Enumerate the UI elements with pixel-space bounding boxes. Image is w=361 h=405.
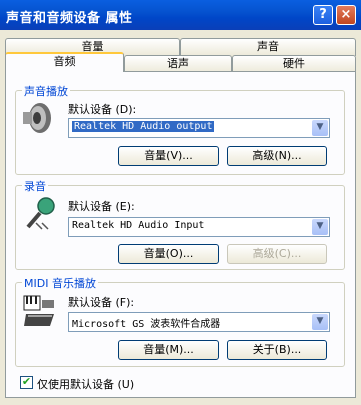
recording-device-label: 默认设备 (E): <box>68 200 135 213</box>
window-title: 声音和音频设备 属性 <box>6 11 133 26</box>
midi-title: MIDI 音乐播放 <box>22 275 98 291</box>
tab-sounds[interactable]: 声音 <box>180 38 356 56</box>
midi-volume-button[interactable]: 音量(M)... <box>118 340 219 360</box>
recording-device-select[interactable]: Realtek HD Audio Input ▼ <box>68 217 330 237</box>
chevron-down-icon[interactable]: ▼ <box>312 314 328 330</box>
recording-title: 录音 <box>22 178 48 194</box>
recording-volume-button[interactable]: 音量(O)... <box>118 244 219 264</box>
recording-device-value: Realtek HD Audio Input <box>72 220 205 231</box>
playback-device-label: 默认设备 (D): <box>68 103 137 116</box>
default-only-label[interactable]: 仅使用默认设备 (U) <box>37 376 134 392</box>
midi-about-button[interactable]: 关于(B)... <box>227 340 327 360</box>
playback-volume-button[interactable]: 音量(V)... <box>118 146 219 166</box>
playback-device-select[interactable]: Realtek HD Audio output ▼ <box>68 118 330 138</box>
default-only-checkbox[interactable]: ✔ <box>20 376 33 389</box>
microphone-icon <box>22 195 58 234</box>
tab-audio[interactable]: 音频 <box>5 52 124 72</box>
help-button[interactable]: ? <box>313 5 333 25</box>
playback-device-value: Realtek HD Audio output <box>72 121 215 132</box>
close-button[interactable]: × <box>336 5 356 25</box>
chevron-down-icon[interactable]: ▼ <box>312 120 328 136</box>
midi-device-label: 默认设备 (F): <box>68 296 135 309</box>
title-bar: 声音和音频设备 属性 ? × <box>0 0 361 30</box>
midi-device-select[interactable]: Microsoft GS 波表软件合成器 ▼ <box>68 312 330 332</box>
recording-advanced-button: 高级(C)... <box>227 244 327 264</box>
midi-keyboard-icon <box>22 292 58 331</box>
chevron-down-icon[interactable]: ▼ <box>312 219 328 235</box>
midi-device-value: Microsoft GS 波表软件合成器 <box>72 319 221 330</box>
speaker-icon <box>20 100 52 139</box>
playback-title: 声音播放 <box>22 83 70 99</box>
playback-advanced-button[interactable]: 高级(N)... <box>227 146 327 166</box>
